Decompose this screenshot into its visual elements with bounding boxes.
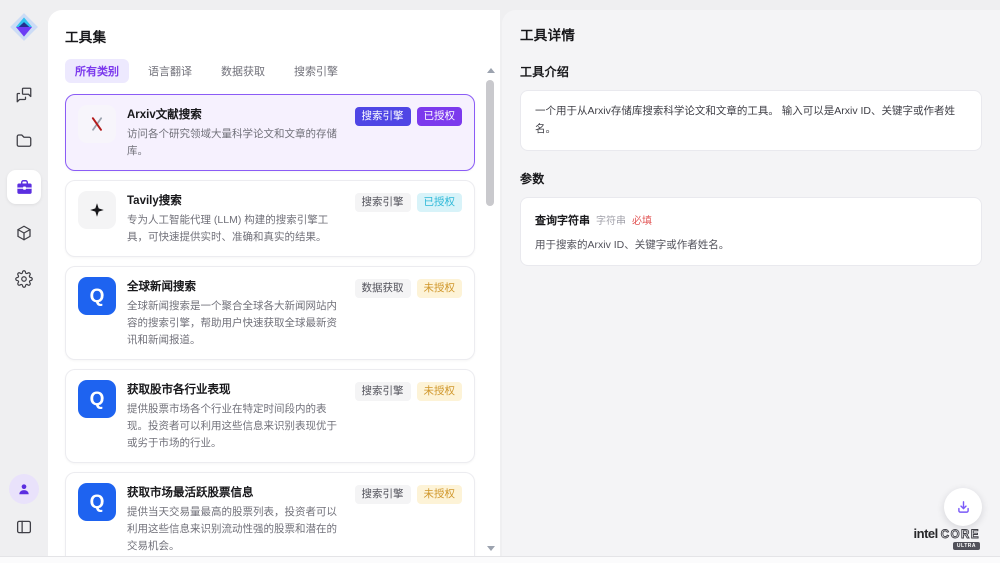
toolbox-nav-icon[interactable]	[7, 170, 41, 204]
news-api-logo-icon: Q	[78, 483, 116, 521]
category-badge: 搜索引擎	[355, 107, 411, 126]
tool-name: 获取股市各行业表现	[127, 381, 344, 397]
auth-status-badge: 已授权	[417, 107, 463, 126]
tool-card-sector-performance[interactable]: Q 获取股市各行业表现 提供股票市场各个行业在特定时间段内的表现。投资者可以利用…	[65, 369, 475, 463]
settings-gear-icon[interactable]	[7, 262, 41, 296]
params-heading: 参数	[520, 170, 982, 187]
param-card: 查询字符串 字符串 必填 用于搜索的Arxiv ID、关键字或作者姓名。	[520, 197, 982, 266]
auth-status-badge: 未授权	[417, 485, 463, 504]
auth-status-badge: 未授权	[417, 279, 463, 298]
scroll-up-arrow[interactable]	[487, 68, 495, 73]
download-button[interactable]	[944, 488, 982, 526]
tool-description: 访问各个研究领域大量科学论文和文章的存储库。	[127, 126, 344, 160]
category-badge: 数据获取	[355, 279, 411, 298]
left-rail	[0, 0, 48, 556]
sparkle-star-icon	[78, 191, 116, 229]
auth-status-badge: 未授权	[417, 382, 463, 401]
app-logo-icon	[9, 12, 39, 42]
chat-nav-icon[interactable]	[7, 78, 41, 112]
folder-nav-icon[interactable]	[7, 124, 41, 158]
cube-nav-icon[interactable]	[7, 216, 41, 250]
bottom-strip	[0, 556, 1000, 563]
tool-name: Arxiv文献搜索	[127, 106, 344, 122]
param-name: 查询字符串	[535, 212, 590, 228]
tool-name: 获取市场最活跃股票信息	[127, 484, 344, 500]
category-badge: 搜索引擎	[355, 193, 411, 212]
category-tabs: 所有类别 语言翻译 数据获取 搜索引擎	[65, 59, 500, 83]
tab-all-categories[interactable]: 所有类别	[65, 59, 129, 83]
intel-ultra-badge: ULTRA	[953, 542, 980, 550]
panel-toggle-icon[interactable]	[7, 510, 41, 544]
arxiv-logo-icon	[78, 105, 116, 143]
param-description: 用于搜索的Arxiv ID、关键字或作者姓名。	[535, 237, 967, 254]
auth-status-badge: 已授权	[417, 193, 463, 212]
tool-card-arxiv[interactable]: Arxiv文献搜索 访问各个研究领域大量科学论文和文章的存储库。 搜索引擎 已授…	[65, 94, 475, 171]
param-required-label: 必填	[632, 212, 652, 227]
tool-description: 专为人工智能代理 (LLM) 构建的搜索引擎工具，可快速提供实时、准确和真实的结…	[127, 212, 344, 246]
intel-core-text: CORE	[941, 529, 980, 541]
intro-heading: 工具介绍	[520, 63, 982, 80]
tools-panel-title: 工具集	[65, 26, 500, 46]
intel-core-logo: intel CORE ULTRA	[914, 526, 980, 550]
main-layout: 工具集 所有类别 语言翻译 数据获取 搜索引擎 A	[0, 0, 1000, 556]
tab-data-fetching[interactable]: 数据获取	[211, 59, 275, 83]
tool-card-tavily[interactable]: Tavily搜索 专为人工智能代理 (LLM) 构建的搜索引擎工具，可快速提供实…	[65, 180, 475, 257]
tool-card-global-news[interactable]: Q 全球新闻搜索 全球新闻搜索是一个聚合全球各大新闻网站内容的搜索引擎，帮助用户…	[65, 266, 475, 360]
tool-description: 提供当天交易量最高的股票列表，投资者可以利用这些信息来识别流动性强的股票和潜在的…	[127, 504, 344, 555]
detail-panel-title: 工具详情	[520, 24, 982, 44]
tool-name: Tavily搜索	[127, 192, 344, 208]
tool-detail-panel: 工具详情 工具介绍 一个用于从Arxiv存储库搜索科学论文和文章的工具。 输入可…	[502, 10, 1000, 556]
tool-list: Arxiv文献搜索 访问各个研究领域大量科学论文和文章的存储库。 搜索引擎 已授…	[65, 94, 500, 556]
intel-brand-text: intel	[914, 526, 938, 541]
tools-panel: 工具集 所有类别 语言翻译 数据获取 搜索引擎 A	[48, 10, 500, 556]
app-window: 工具集 所有类别 语言翻译 数据获取 搜索引擎 A	[0, 0, 1000, 563]
tool-description: 提供股票市场各个行业在特定时间段内的表现。投资者可以利用这些信息来识别表现优于或…	[127, 401, 344, 452]
news-api-logo-icon: Q	[78, 277, 116, 315]
tab-search-engine[interactable]: 搜索引擎	[284, 59, 348, 83]
intro-text: 一个用于从Arxiv存储库搜索科学论文和文章的工具。 输入可以是Arxiv ID…	[535, 102, 967, 139]
param-type: 字符串	[596, 212, 626, 227]
scrollbar-thumb[interactable]	[486, 80, 494, 206]
category-badge: 搜索引擎	[355, 485, 411, 504]
news-api-logo-icon: Q	[78, 380, 116, 418]
tool-card-most-active-stocks[interactable]: Q 获取市场最活跃股票信息 提供当天交易量最高的股票列表，投资者可以利用这些信息…	[65, 472, 475, 556]
user-avatar[interactable]	[9, 474, 39, 504]
tool-description: 全球新闻搜索是一个聚合全球各大新闻网站内容的搜索引擎，帮助用户快速获取全球最新资…	[127, 298, 344, 349]
tab-language-translation[interactable]: 语言翻译	[138, 59, 202, 83]
scroll-down-arrow[interactable]	[487, 546, 495, 551]
category-badge: 搜索引擎	[355, 382, 411, 401]
intro-card: 一个用于从Arxiv存储库搜索科学论文和文章的工具。 输入可以是Arxiv ID…	[520, 90, 982, 151]
tool-name: 全球新闻搜索	[127, 278, 344, 294]
list-scrollbar	[485, 68, 495, 551]
